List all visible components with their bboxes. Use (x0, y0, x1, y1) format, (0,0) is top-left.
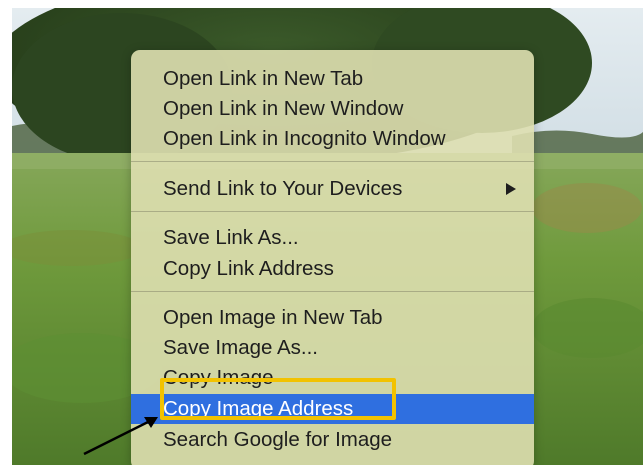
menu-item-save-image-as[interactable]: Save Image As... (131, 333, 534, 363)
triangle-right-icon (506, 183, 516, 195)
menu-item-open-image-new-tab[interactable]: Open Image in New Tab (131, 303, 534, 333)
menu-separator (131, 291, 534, 292)
screenshot-frame: Open Link in New Tab Open Link in New Wi… (12, 8, 643, 465)
menu-separator (131, 161, 534, 162)
annotation-highlight-box (160, 378, 396, 420)
menu-item-copy-link-address[interactable]: Copy Link Address (131, 254, 534, 284)
menu-item-save-link-as[interactable]: Save Link As... (131, 223, 534, 253)
menu-item-open-link-new-tab[interactable]: Open Link in New Tab (131, 64, 534, 94)
menu-item-label: Send Link to Your Devices (163, 177, 403, 200)
menu-separator (131, 211, 534, 212)
menu-item-open-link-new-window[interactable]: Open Link in New Window (131, 94, 534, 124)
menu-item-send-link-devices[interactable]: Send Link to Your Devices (131, 174, 534, 204)
menu-item-search-google-image[interactable]: Search Google for Image (131, 425, 534, 455)
menu-item-open-link-incognito[interactable]: Open Link in Incognito Window (131, 124, 534, 154)
